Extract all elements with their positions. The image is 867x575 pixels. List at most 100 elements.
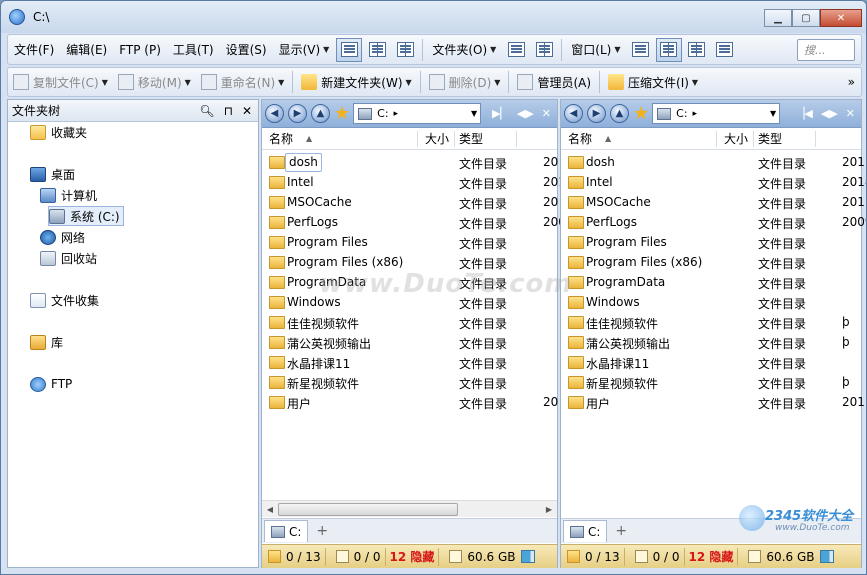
table-row[interactable]: 新星视频软件 文件目录 þ	[561, 373, 861, 393]
table-row[interactable]: Intel 文件目录 201	[262, 173, 566, 193]
swap-icon[interactable]: ◀▶	[821, 107, 838, 120]
close-icon[interactable]: ✕	[846, 107, 855, 120]
table-row[interactable]: 用户 文件目录 20	[262, 393, 558, 413]
tree-node-ftp[interactable]: FTP	[30, 374, 72, 394]
lock-icon[interactable]: ⊓	[224, 104, 233, 118]
back-icon[interactable]: ◀	[564, 104, 583, 123]
table-row[interactable]: Program Files 文件目录	[262, 233, 557, 253]
path-box[interactable]: C: ▸ ▼	[353, 103, 482, 124]
search-input[interactable]: 搜...	[797, 38, 855, 61]
compress-button[interactable]: 压缩文件(I) ▼	[603, 70, 703, 94]
tree-node-library[interactable]: 库	[30, 332, 63, 352]
layout-vertical-button[interactable]	[684, 38, 710, 62]
table-row[interactable]: Program Files (x86) 文件目录	[561, 253, 861, 273]
table-row[interactable]: MSOCache 文件目录 201	[561, 193, 865, 213]
menu-file[interactable]: 文件(F)	[8, 38, 60, 62]
column-size[interactable]: 大小	[425, 130, 449, 147]
tree-node-network[interactable]: 网络	[40, 227, 85, 247]
rename-button[interactable]: 重命名(N) ▼	[196, 70, 290, 94]
layout-dual-button[interactable]	[655, 37, 682, 62]
move-button[interactable]: 移动(M) ▼	[113, 70, 196, 94]
column-size[interactable]: 大小	[724, 130, 748, 147]
path-box[interactable]: C: ▸ ▼	[652, 103, 781, 124]
tab-add-icon[interactable]: +	[615, 523, 627, 539]
table-row[interactable]: Windows 文件目录	[561, 293, 861, 313]
table-row[interactable]: 水晶排课11 文件目录	[262, 353, 557, 373]
maximize-button[interactable]: ▢	[792, 9, 820, 27]
close-icon[interactable]: ✕	[542, 107, 551, 120]
tree-node-desktop[interactable]: 桌面	[30, 164, 75, 184]
forward-icon[interactable]: ▶	[288, 104, 307, 123]
column-divider[interactable]	[417, 131, 418, 147]
table-row[interactable]: ProgramData 文件目录	[561, 273, 861, 293]
toolbar-overflow-button[interactable]: »	[848, 75, 855, 89]
view-thumbs-button[interactable]	[392, 38, 418, 62]
tree-node-recycle[interactable]: 回收站	[40, 248, 97, 268]
scroll-thumb[interactable]	[278, 502, 458, 516]
table-row[interactable]: Intel 文件目录 2018	[561, 173, 866, 193]
minimize-button[interactable]: ▁	[764, 9, 792, 27]
view-details-button[interactable]	[336, 37, 363, 62]
horizontal-scrollbar[interactable]: ◀ ▶	[262, 500, 557, 517]
table-row[interactable]: 用户 文件目录 201	[561, 393, 865, 413]
status-hidden[interactable]: 12 隐藏	[689, 548, 734, 565]
menu-ftp[interactable]: FTP (P)	[113, 38, 167, 62]
table-row[interactable]: Program Files 文件目录	[561, 233, 861, 253]
scroll-right-icon[interactable]: ▶	[541, 505, 557, 514]
column-divider[interactable]	[815, 131, 816, 147]
table-row[interactable]: PerfLogs 文件目录 2009	[561, 213, 866, 233]
column-type[interactable]: 类型	[459, 130, 483, 147]
view-preview-button[interactable]	[364, 38, 390, 62]
new-folder-button[interactable]: 新建文件夹(W) ▼	[296, 70, 416, 94]
column-divider[interactable]	[753, 131, 754, 147]
menu-edit[interactable]: 编辑(E)	[60, 38, 113, 62]
tab-drive-c[interactable]: C:	[563, 520, 608, 542]
status-hidden[interactable]: 12 隐藏	[390, 548, 435, 565]
sync-icon[interactable]: ▶▏	[492, 107, 509, 120]
layout-horizontal-button[interactable]	[712, 38, 738, 62]
tab-drive-c[interactable]: C:	[264, 520, 309, 542]
layout-single-button[interactable]	[628, 38, 654, 62]
folder-group-button[interactable]	[503, 38, 529, 62]
close-icon[interactable]: ✕	[242, 104, 252, 118]
table-row[interactable]: dosh 文件目录 201	[561, 153, 865, 173]
close-button[interactable]: ✕	[820, 9, 862, 27]
admin-button[interactable]: 管理员(A)	[512, 70, 596, 94]
tab-add-icon[interactable]: +	[316, 523, 328, 539]
column-divider[interactable]	[516, 131, 517, 147]
sync-icon[interactable]: ▕◀	[796, 107, 813, 120]
table-row[interactable]: Windows 文件目录	[262, 293, 557, 313]
back-icon[interactable]: ◀	[265, 104, 284, 123]
tree-node-favorites[interactable]: 收藏夹	[30, 122, 87, 142]
forward-icon[interactable]: ▶	[587, 104, 606, 123]
table-row[interactable]: Program Files (x86) 文件目录	[262, 253, 557, 273]
column-divider[interactable]	[716, 131, 717, 147]
table-row[interactable]: PerfLogs 文件目录 200	[262, 213, 566, 233]
column-divider[interactable]	[454, 131, 455, 147]
menu-settings[interactable]: 设置(S)	[220, 38, 273, 62]
tree-node-computer[interactable]: 计算机	[40, 185, 97, 205]
table-row[interactable]: 佳佳视频软件 文件目录	[262, 313, 557, 333]
tree-node-collection[interactable]: 文件收集	[30, 290, 99, 310]
column-name[interactable]: 名称	[269, 130, 293, 147]
table-row[interactable]: 蒲公英视频输出 文件目录 þ	[561, 333, 861, 353]
table-row[interactable]: ProgramData 文件目录	[262, 273, 557, 293]
swap-icon[interactable]: ◀▶	[517, 107, 534, 120]
table-row[interactable]: 蒲公英视频输出 文件目录	[262, 333, 557, 353]
table-row[interactable]: 新星视频软件 文件目录	[262, 373, 557, 393]
column-type[interactable]: 类型	[758, 130, 782, 147]
tree-node-system-drive[interactable]: 系统 (C:)	[48, 206, 124, 226]
up-icon[interactable]: ▲	[311, 104, 330, 123]
table-row[interactable]: MSOCache 文件目录 20	[262, 193, 558, 213]
star-icon[interactable]: ★	[334, 104, 350, 123]
star-icon[interactable]: ★	[633, 104, 649, 123]
scroll-left-icon[interactable]: ◀	[262, 505, 278, 514]
copy-button[interactable]: 复制文件(C) ▼	[8, 70, 113, 94]
menu-view[interactable]: 显示(V) ▼	[273, 38, 336, 62]
search-icon[interactable]: 🔍︎	[199, 104, 214, 118]
table-row[interactable]: 水晶排课11 文件目录	[561, 353, 861, 373]
menu-window[interactable]: 窗口(L) ▼	[565, 38, 626, 62]
column-name[interactable]: 名称	[568, 130, 592, 147]
up-icon[interactable]: ▲	[610, 104, 629, 123]
delete-button[interactable]: 删除(D) ▼	[424, 70, 506, 94]
